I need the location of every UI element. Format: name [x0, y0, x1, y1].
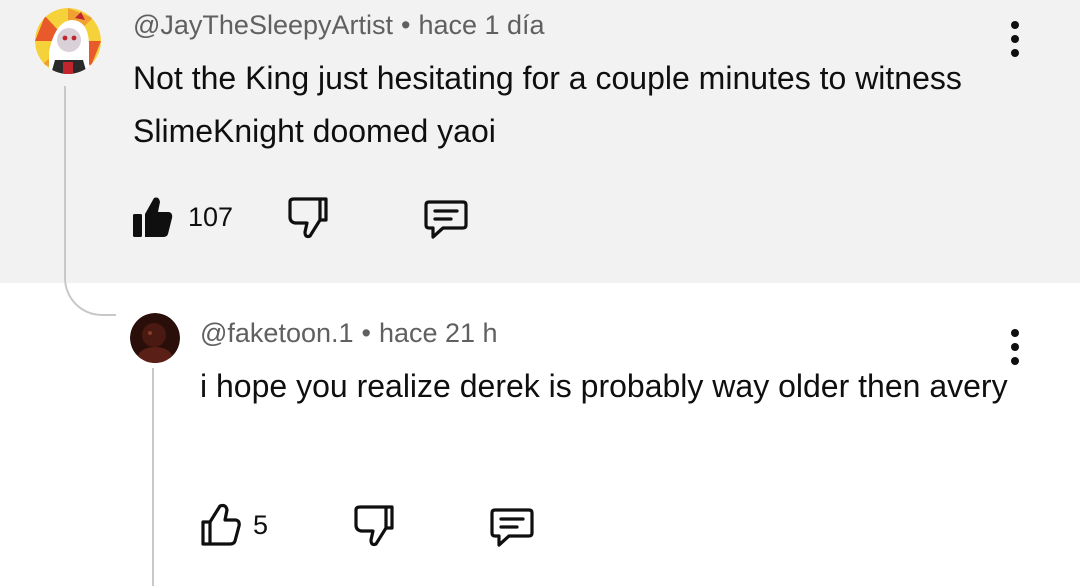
thumbs-down-icon[interactable] — [353, 504, 395, 553]
reply-comment-icon[interactable] — [423, 199, 469, 246]
meta-separator: • — [361, 318, 371, 348]
reply-thread-line — [152, 368, 154, 586]
reply-like-count: 5 — [253, 510, 269, 540]
reply-avatar[interactable] — [130, 313, 180, 363]
reply-author[interactable]: @faketoon.1 — [200, 318, 354, 348]
avatar[interactable] — [35, 8, 101, 74]
reply-timestamp: hace 21 h — [378, 318, 498, 348]
thread-connector-line — [64, 86, 116, 316]
comment-author[interactable]: @JayTheSleepyArtist — [133, 10, 393, 40]
thumbs-up-filled-icon[interactable] — [132, 195, 174, 244]
thumbs-up-icon[interactable] — [200, 503, 242, 552]
meta-separator: • — [401, 10, 411, 40]
comment-timestamp: hace 1 día — [418, 10, 545, 40]
reply-text: i hope you realize derek is probably way… — [200, 368, 1008, 404]
comment-meta: @JayTheSleepyArtist • hace 1 día — [133, 10, 545, 41]
thumbs-down-icon[interactable] — [287, 196, 329, 245]
comment-text: Not the King just hesitating for a coupl… — [133, 60, 962, 149]
reply-meta: @faketoon.1 • hace 21 h — [200, 318, 498, 349]
reply-comment-icon[interactable] — [489, 507, 535, 554]
comment-menu-icon[interactable] — [1003, 15, 1027, 63]
like-count: 107 — [188, 202, 234, 232]
